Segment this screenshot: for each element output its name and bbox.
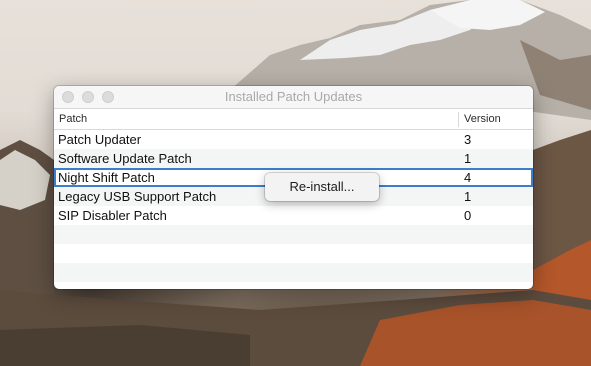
- context-menu: Re-install...: [265, 173, 379, 201]
- window-titlebar[interactable]: Installed Patch Updates: [54, 86, 533, 109]
- patch-version: 0: [464, 208, 472, 223]
- reinstall-menu-item[interactable]: Re-install...: [265, 179, 379, 194]
- table-row[interactable]: Patch Updater 3: [54, 130, 533, 149]
- patch-version: 3: [464, 132, 472, 147]
- patch-name: Patch Updater: [58, 132, 142, 147]
- patch-name: SIP Disabler Patch: [58, 208, 167, 223]
- window-title: Installed Patch Updates: [224, 89, 363, 104]
- patch-version: 4: [464, 170, 472, 185]
- empty-table-row: [54, 225, 533, 244]
- column-divider[interactable]: [458, 112, 459, 127]
- patch-table-body: Patch Updater 3 Software Update Patch 1 …: [54, 130, 533, 282]
- empty-table-row: [54, 263, 533, 282]
- empty-table-row: [54, 244, 533, 263]
- table-row[interactable]: Software Update Patch 1: [54, 149, 533, 168]
- column-header-version[interactable]: Version: [464, 113, 501, 125]
- patch-version: 1: [464, 189, 472, 204]
- table-row[interactable]: SIP Disabler Patch 0: [54, 206, 533, 225]
- column-header-patch[interactable]: Patch: [59, 113, 87, 125]
- patch-name: Legacy USB Support Patch: [58, 189, 217, 204]
- patch-name: Software Update Patch: [58, 151, 192, 166]
- patch-version: 1: [464, 151, 472, 166]
- patch-name: Night Shift Patch: [58, 170, 155, 185]
- table-header: Patch Version: [54, 109, 533, 130]
